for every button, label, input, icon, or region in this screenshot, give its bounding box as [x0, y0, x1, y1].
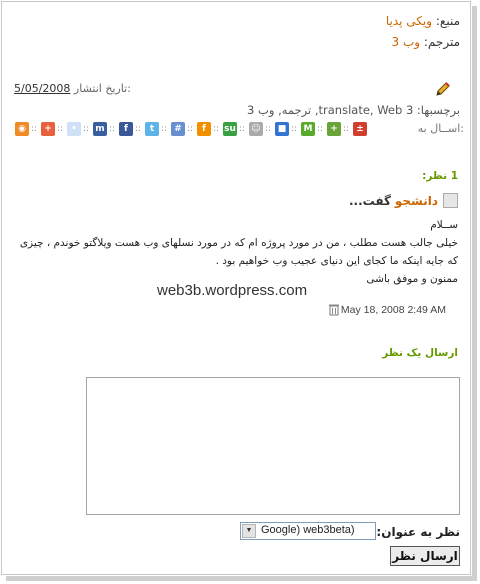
share-fark-icon[interactable]: f: [197, 122, 211, 136]
share-rss-icon[interactable]: ◉: [15, 122, 29, 136]
identity-select[interactable]: ▼ Google) web3beta): [240, 522, 376, 540]
share-plus-icon[interactable]: +: [41, 122, 55, 136]
share-separator: ::: [187, 124, 194, 134]
translator-link[interactable]: وب 3: [392, 35, 421, 49]
share-separator: ::: [317, 124, 324, 134]
comment-line: ممنون و موفق باشی: [366, 273, 458, 285]
share-twitter-icon[interactable]: t: [145, 122, 159, 136]
comment-line: ســلام: [430, 219, 458, 231]
comment-textarea[interactable]: [86, 377, 460, 515]
edit-pencil-icon[interactable]: [434, 80, 452, 98]
share-people-icon[interactable]: ☺: [249, 122, 263, 136]
share-furl-icon[interactable]: #: [171, 122, 185, 136]
tags-line: برچسبها: translate, Web 3, ترجمه, وب 3: [247, 103, 460, 117]
share-label: اســال به:: [417, 122, 464, 135]
identity-select-value: Google) web3beta): [261, 524, 355, 536]
comment-count: 1 نظر:: [422, 170, 458, 182]
watermark-text: web3b.wordpress.com: [157, 282, 308, 299]
share-separator: ::: [265, 124, 272, 134]
share-separator: ::: [213, 124, 220, 134]
translator-line: مترجم: وب 3: [392, 35, 461, 49]
share-separator: ::: [239, 124, 246, 134]
share-mixx-icon[interactable]: M: [301, 122, 315, 136]
share-delicious-icon[interactable]: ■: [275, 122, 289, 136]
share-separator: ::: [109, 124, 116, 134]
user-avatar-icon: [443, 193, 458, 208]
publish-date[interactable]: 5/05/2008: [14, 82, 70, 95]
post-comment-heading: ارسال یک نظر: [382, 347, 458, 359]
comment-line: که جایه اینکه ما کجای این دنیای عجیب وب …: [215, 255, 458, 267]
share-facebook-icon[interactable]: f: [119, 122, 133, 136]
source-label: منبع:: [435, 14, 460, 28]
frame-shadow-bottom: [6, 576, 477, 581]
share-separator: ::: [291, 124, 298, 134]
tags-label: برچسبها:: [416, 103, 460, 117]
comment-date[interactable]: May 18, 2008 2:49 AM: [341, 304, 446, 316]
share-bar: ◉:: +:: •:: m:: f:: t:: #:: f:: su:: ☺:: ■:: M:: +::…: [14, 122, 464, 140]
share-digg-icon[interactable]: ±: [353, 122, 367, 136]
publish-label: تاریخ انتشار:: [73, 82, 131, 95]
delete-trash-icon[interactable]: [328, 303, 340, 316]
share-separator: ::: [161, 124, 168, 134]
share-separator: ::: [31, 124, 38, 134]
publish-line: 5/05/2008 تاریخ انتشار:: [14, 82, 131, 95]
share-stumbleupon-icon[interactable]: su: [223, 122, 237, 136]
share-separator: ::: [57, 124, 64, 134]
comment-author[interactable]: دانشجو: [395, 194, 438, 208]
translator-label: مترجم:: [423, 35, 460, 49]
share-add-icon[interactable]: +: [327, 122, 341, 136]
comment-line: خیلی جالب هست مطلب ، من در مورد پروژه ام…: [19, 237, 458, 249]
source-link[interactable]: ویکی پدیا: [386, 14, 432, 28]
frame-shadow-right: [472, 6, 477, 578]
share-separator: ::: [135, 124, 142, 134]
share-separator: ::: [83, 124, 90, 134]
share-reddit-icon[interactable]: •: [67, 122, 81, 136]
source-line: منبع: ویکی پدیا: [386, 14, 460, 28]
share-myspace-icon[interactable]: m: [93, 122, 107, 136]
share-separator: ::: [343, 124, 350, 134]
chevron-down-icon[interactable]: ▼: [242, 524, 256, 538]
submit-comment-button[interactable]: ارسال نظر: [390, 546, 460, 566]
comment-as-label: نظر به عنوان:: [376, 525, 460, 539]
comment-author-row: دانشجو گفت...: [349, 193, 458, 208]
tags-list[interactable]: translate, Web 3, ترجمه, وب 3: [247, 103, 413, 117]
comment-said: گفت...: [349, 194, 391, 208]
